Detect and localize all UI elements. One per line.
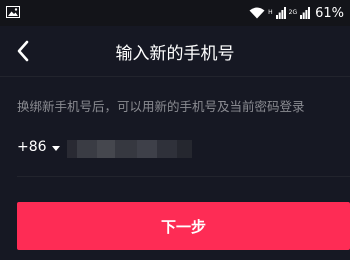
redacted-block: [67, 140, 77, 158]
header-divider: [0, 76, 350, 77]
battery-percentage: 61%: [315, 5, 344, 21]
phone-divider: [17, 176, 350, 177]
phone-change-screen: H 2G 61% 输入新的手机号 换绑新手机号后，可以用新的手机号及当前密码登录…: [0, 0, 350, 260]
redacted-block: [137, 140, 157, 158]
network-type-label-2: 2G: [289, 10, 297, 16]
redacted-block: [77, 140, 97, 158]
page-title: 输入新的手机号: [115, 44, 235, 64]
status-bar: H 2G 61%: [0, 0, 350, 26]
country-code-label: +86: [17, 139, 47, 155]
redacted-block: [97, 140, 115, 158]
redacted-block: [157, 140, 177, 158]
image-icon: [6, 6, 20, 18]
phone-number-input[interactable]: [67, 140, 192, 158]
network-type-top-2: 2G: [288, 9, 298, 16]
status-indicators: H 2G 61%: [249, 4, 344, 22]
caret-down-icon: [51, 146, 60, 151]
header: 输入新的手机号: [0, 26, 350, 76]
hint-text: 换绑新手机号后，可以用新的手机号及当前密码登录: [17, 99, 305, 114]
redacted-block: [177, 140, 192, 158]
wifi-icon: [249, 7, 265, 19]
next-button[interactable]: 下一步: [17, 202, 350, 250]
next-button-label: 下一步: [160, 217, 206, 236]
country-code-selector[interactable]: +86: [17, 139, 60, 155]
network-type-top: H: [268, 9, 273, 16]
redacted-block: [115, 140, 137, 158]
signal-icon-2: [300, 7, 311, 19]
signal-icon: [275, 7, 286, 19]
network-type-label: H: [268, 10, 273, 16]
phone-number-row: +86: [17, 132, 350, 166]
